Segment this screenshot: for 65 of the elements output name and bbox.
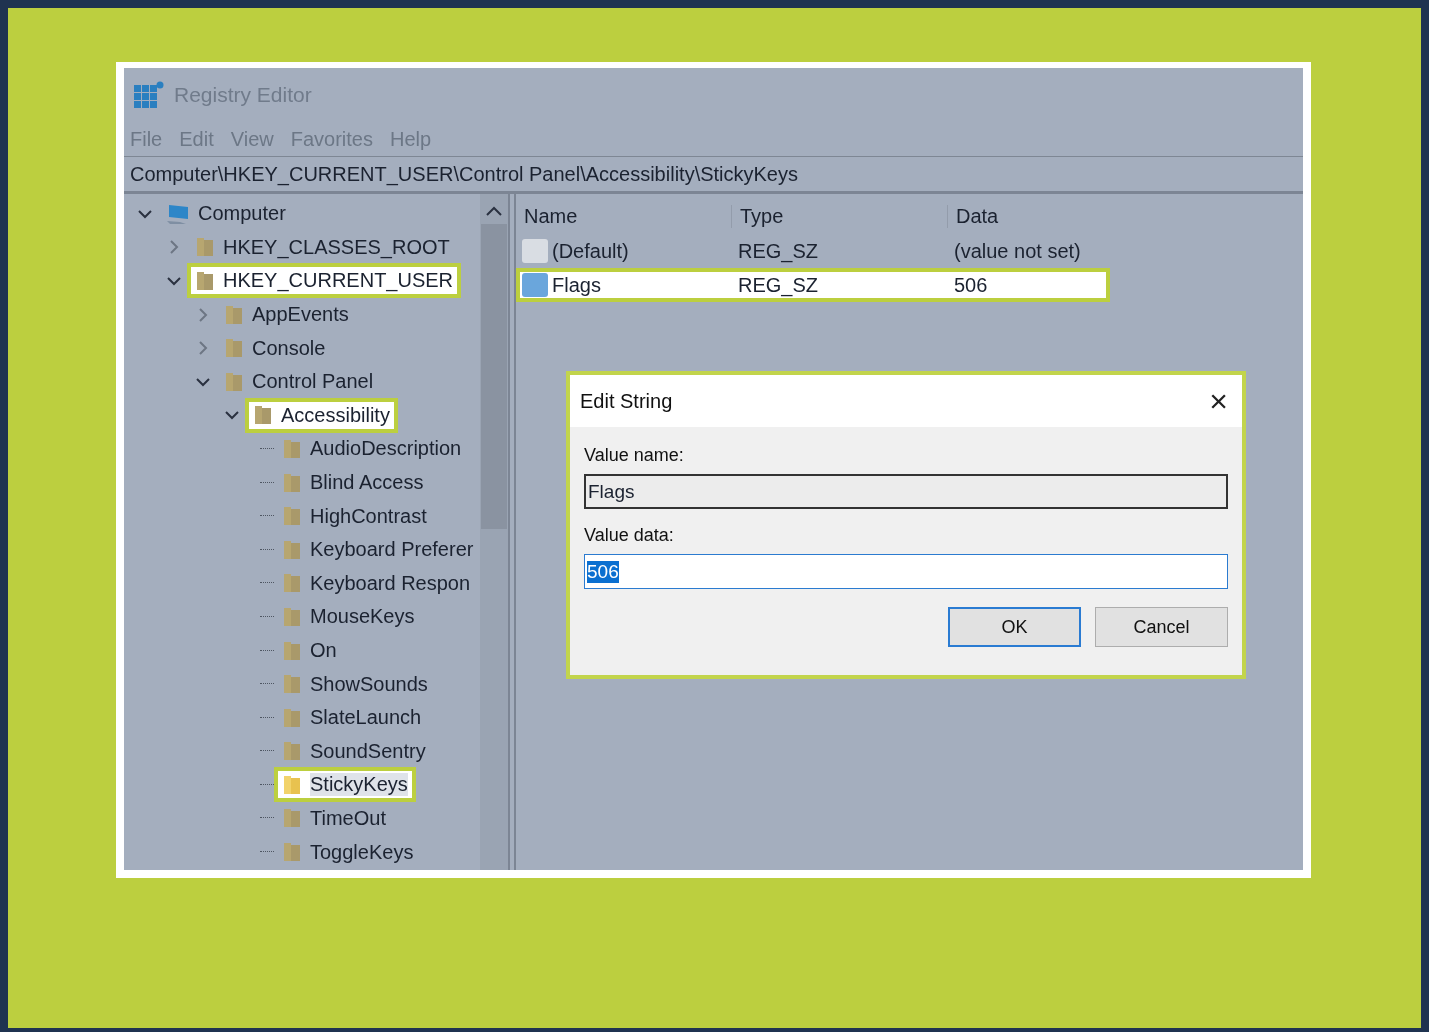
tree-item[interactable]: AudioDescription: [274, 431, 470, 467]
scrollbar-thumb[interactable]: [481, 224, 507, 529]
close-button[interactable]: ×: [1209, 385, 1228, 417]
folder-icon: [282, 773, 302, 796]
folder-icon: [224, 337, 244, 360]
ok-button[interactable]: OK: [948, 607, 1081, 647]
tree-item[interactable]: ShowSounds: [274, 666, 436, 702]
tree-item[interactable]: SlateLaunch: [274, 700, 430, 736]
tree-item[interactable]: ToggleKeys: [274, 834, 422, 870]
folder-icon: [282, 505, 302, 528]
value-name: Flags: [552, 273, 601, 297]
computer-icon: [166, 202, 190, 225]
folder-icon: [282, 538, 302, 561]
tree-item[interactable]: Accessibility: [245, 397, 398, 433]
column-header[interactable]: Type: [732, 204, 948, 228]
address-bar[interactable]: Computer\HKEY_CURRENT_USER\Control Panel\Accessibility\StickyKeys: [124, 157, 1303, 194]
folder-icon: [282, 673, 302, 696]
scrollbar[interactable]: [480, 194, 508, 870]
tree-item[interactable]: HighContrast: [274, 498, 435, 534]
tree-item[interactable]: Keyboard Respon: [274, 565, 479, 601]
tree-item[interactable]: On: [274, 633, 345, 668]
folder-icon: [282, 639, 302, 662]
tree-item[interactable]: MouseKeys: [274, 599, 423, 635]
tree-item[interactable]: Console: [216, 330, 334, 366]
folder-icon: [282, 471, 302, 494]
column-header[interactable]: Name: [516, 204, 732, 228]
folder-icon: [195, 236, 215, 259]
tree-item[interactable]: TimeOut: [274, 801, 394, 836]
folder-icon: [195, 270, 215, 292]
value-data-field[interactable]: 506: [584, 554, 1228, 589]
value-name-field[interactable]: Flags: [584, 474, 1228, 509]
tree-item[interactable]: HKEY_CLASSES_ROOT: [187, 229, 458, 265]
tree-item[interactable]: HKEY_CURRENT_USER: [187, 263, 462, 299]
value-data: (value not set): [953, 239, 1082, 263]
folder-icon: [224, 370, 244, 393]
tree-item[interactable]: SoundSentry: [274, 733, 434, 769]
scroll-up-icon[interactable]: [486, 206, 502, 216]
pane-splitter[interactable]: [508, 194, 516, 870]
folder-icon: [282, 706, 302, 729]
folder-icon: [282, 572, 302, 595]
registry-cubes-icon: [134, 81, 164, 109]
dialog-title: Edit String: [580, 389, 673, 413]
field-label: Value data:: [584, 525, 675, 546]
tree-item[interactable]: Keyboard Preferer: [274, 532, 480, 568]
field-label: Value name:: [584, 445, 685, 466]
tree-item[interactable]: Control Panel: [216, 364, 382, 400]
value-type: REG_SZ: [737, 239, 820, 263]
value-name: (Default): [552, 239, 629, 263]
tree-item[interactable]: StickyKeys: [274, 767, 416, 803]
cancel-button[interactable]: Cancel: [1095, 607, 1228, 647]
column-header[interactable]: Data: [948, 204, 1303, 228]
folder-icon: [282, 605, 302, 628]
tree-item[interactable]: Computer: [158, 196, 294, 232]
folder-icon: [282, 807, 302, 830]
folder-icon: [282, 740, 302, 763]
value-type: REG_SZ: [737, 273, 820, 297]
folder-icon: [253, 404, 273, 427]
value-row[interactable]: Flags REG_SZ 506: [516, 268, 1110, 302]
tree-item[interactable]: Blind Access: [274, 465, 432, 501]
folder-icon: [282, 841, 302, 864]
folder-icon: [282, 437, 302, 460]
tree-item[interactable]: AppEvents: [216, 297, 357, 333]
value-data: 506: [953, 273, 989, 297]
value-row[interactable]: (Default) REG_SZ (value not set): [516, 234, 1110, 268]
folder-icon: [224, 303, 244, 326]
